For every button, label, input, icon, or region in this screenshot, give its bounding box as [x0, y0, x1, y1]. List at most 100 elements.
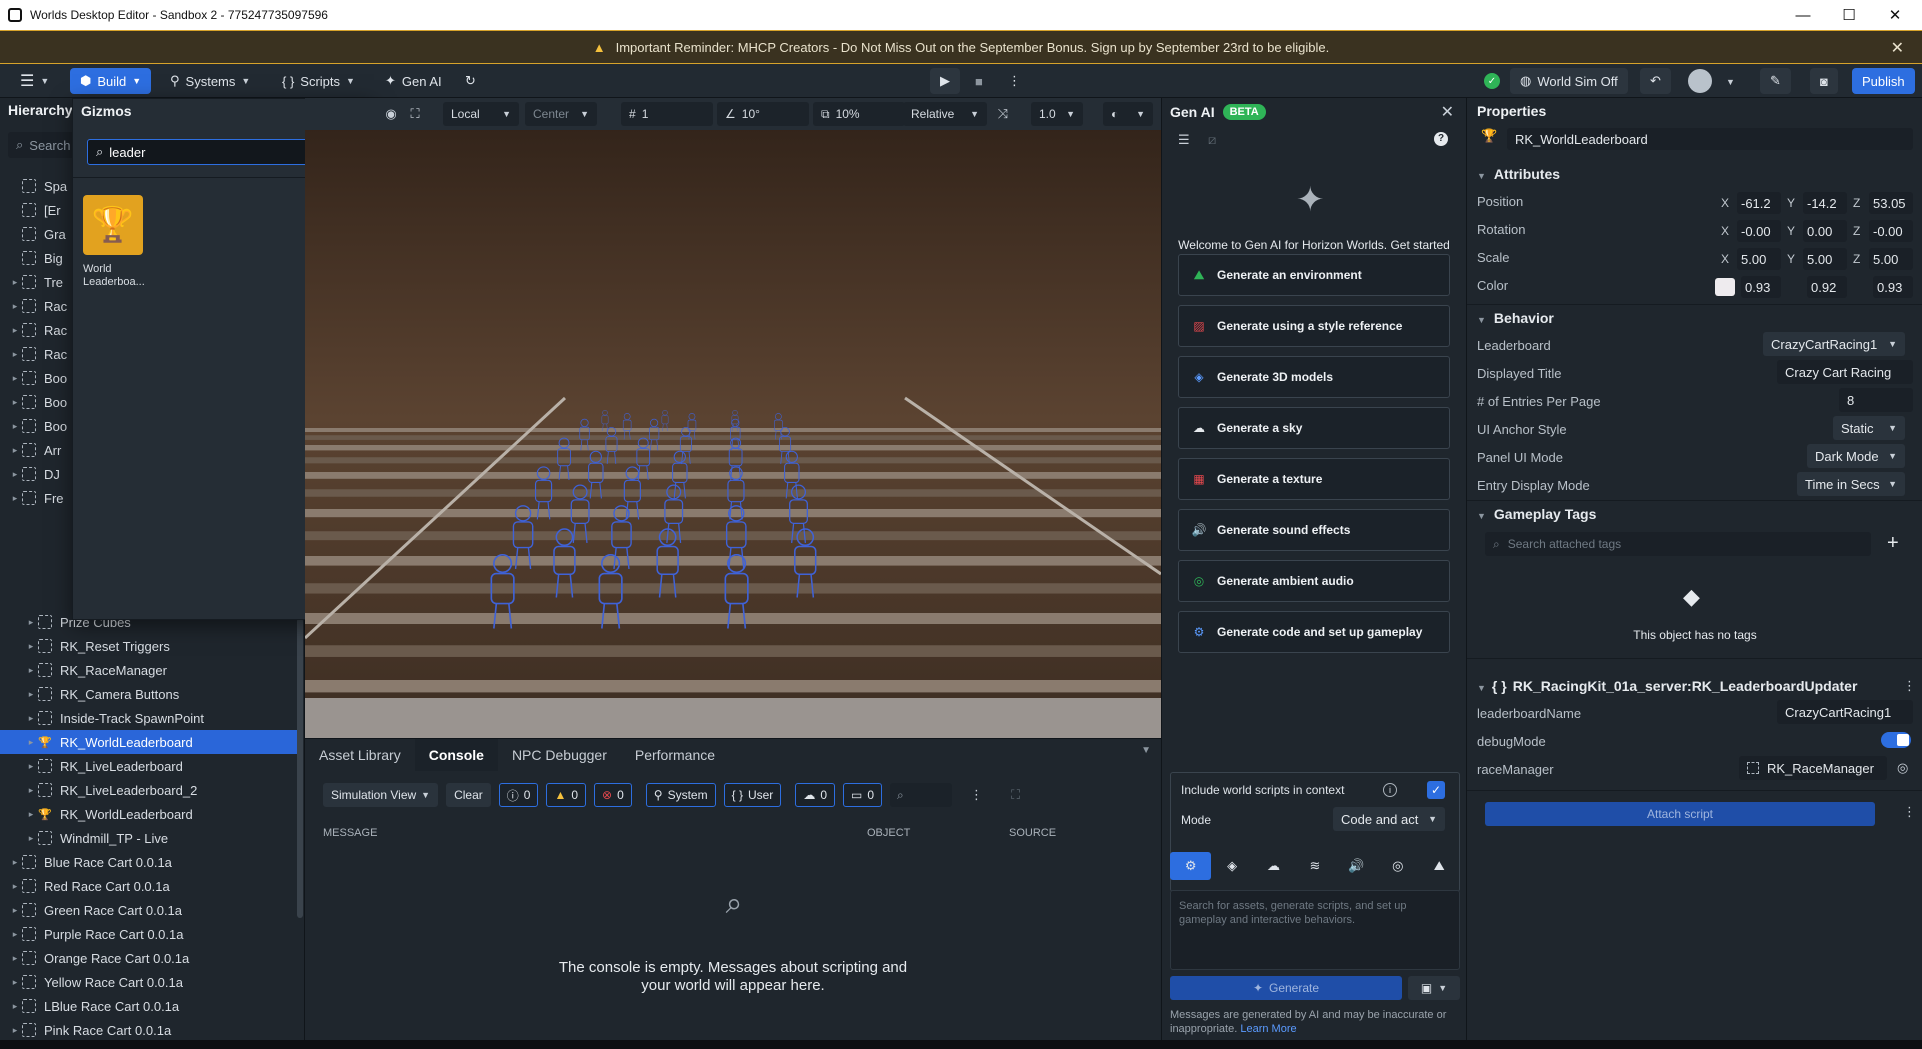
hierarchy-scrollbar[interactable] [297, 618, 303, 918]
error-filter-button[interactable]: ⊗ 0 [594, 783, 632, 807]
chevron-right-icon[interactable]: ▸ [24, 809, 38, 820]
chevron-right-icon[interactable]: ▸ [24, 665, 38, 676]
hierarchy-item[interactable]: ▸ Rac [0, 342, 80, 366]
hierarchy-item[interactable]: ▸ Purple Race Cart 0.0.1a [0, 922, 297, 946]
rotation-z[interactable]: -0.00 [1869, 220, 1913, 242]
genai-option-button[interactable]: ◎ Generate ambient audio [1178, 560, 1450, 602]
learn-more-link[interactable]: Learn More [1240, 1023, 1296, 1035]
chevron-right-icon[interactable]: ▸ [24, 785, 38, 796]
simulation-view-dropdown[interactable]: Simulation View ▼ [323, 783, 439, 807]
system-filter-button[interactable]: ⚲ System [645, 783, 716, 807]
hierarchy-item[interactable]: ▸ LBlue Race Cart 0.0.1a [0, 994, 297, 1018]
tags-search-input[interactable]: ⌕ Search attached tags [1485, 532, 1871, 556]
scale-y[interactable]: 5.00 [1803, 248, 1847, 270]
hierarchy-item[interactable]: ▸ Rac [0, 294, 80, 318]
chevron-right-icon[interactable]: ▸ [8, 905, 22, 916]
tab-npc-debugger[interactable]: NPC Debugger [498, 739, 621, 771]
hierarchy-item[interactable]: ▸ Arr [0, 438, 80, 462]
hierarchy-item[interactable]: ▸ Boo [0, 390, 80, 414]
chevron-right-icon[interactable]: ▸ [24, 641, 38, 652]
scale-snap-input[interactable]: ⧉ 10% [813, 102, 905, 126]
refresh-button[interactable]: ↻ [455, 68, 486, 94]
vr-button[interactable]: ◙ [1810, 68, 1838, 94]
chevron-right-icon[interactable]: ▸ [24, 689, 38, 700]
hierarchy-item[interactable]: ▸ Rac [0, 318, 80, 342]
angle-snap-input[interactable]: ∠ 10° [717, 102, 809, 126]
hierarchy-item[interactable]: ▸ RK_Camera Buttons [0, 682, 297, 706]
systems-button[interactable]: ⚲ Systems ▼ [160, 68, 260, 94]
hierarchy-item[interactable]: ▸ DJ [0, 462, 80, 486]
target-icon[interactable]: ◎ [1897, 760, 1908, 776]
user-filter-button[interactable]: { } User [723, 783, 782, 807]
warning-filter-button[interactable]: ▲ 0 [546, 783, 587, 807]
panel-collapse-icon[interactable]: ▼ [1141, 745, 1151, 756]
genai-tool-sky[interactable]: ☁ [1253, 852, 1294, 880]
speed-dropdown[interactable]: 1.0 ▼ [1031, 102, 1083, 126]
frame-icon[interactable]: ⛶ [405, 104, 425, 124]
console-more-button[interactable]: ⋮ [970, 787, 983, 803]
position-y[interactable]: -14.2 [1803, 192, 1847, 214]
genai-tool-texture[interactable]: ≋ [1294, 852, 1335, 880]
avatar[interactable] [1688, 69, 1712, 93]
chevron-right-icon[interactable]: ▸ [24, 833, 38, 844]
leaderboard-dropdown[interactable]: CrazyCartRacing1 ▼ [1763, 332, 1905, 356]
position-x[interactable]: -61.2 [1737, 192, 1781, 214]
attach-more-button[interactable]: ⋮ [1903, 804, 1916, 820]
rotation-x[interactable]: -0.00 [1737, 220, 1781, 242]
banner-close-button[interactable]: ✕ [1891, 38, 1904, 58]
genai-tool-model[interactable]: ◈ [1211, 852, 1252, 880]
hierarchy-item[interactable]: ▸ 🏆 RK_WorldLeaderboard [0, 802, 297, 826]
script-section[interactable]: ▼ { } RK_RacingKit_01a_server:RK_Leaderboa… [1477, 678, 1857, 694]
chevron-right-icon[interactable]: ▸ [8, 953, 22, 964]
info-icon[interactable]: i [1383, 783, 1397, 797]
genai-option-button[interactable]: ☁ Generate a sky [1178, 407, 1450, 449]
undo-button[interactable]: ↶ [1640, 68, 1671, 94]
attach-script-button[interactable]: Attach script [1485, 802, 1875, 826]
new-chat-icon[interactable]: ⧄ [1208, 132, 1216, 148]
attributes-section[interactable]: ▼ Attributes [1477, 166, 1560, 182]
chevron-right-icon[interactable]: ▸ [24, 713, 38, 724]
hierarchy-item[interactable]: ▸ Pink Race Cart 0.0.1a [0, 1018, 297, 1042]
genai-option-button[interactable]: ⚙ Generate code and set up gameplay [1178, 611, 1450, 653]
expand-icon[interactable]: ⛶ [1011, 787, 1020, 803]
hierarchy-item[interactable]: ▸ Boo [0, 366, 80, 390]
mode-dropdown[interactable]: Code and act ▼ [1333, 807, 1445, 831]
hierarchy-item[interactable]: ▸ Tre [0, 270, 80, 294]
chevron-down-icon[interactable]: ▼ [1726, 77, 1735, 87]
chevron-right-icon[interactable]: ▸ [8, 977, 22, 988]
genai-option-button[interactable]: ▦ Generate a texture [1178, 458, 1450, 500]
anchor-dropdown[interactable]: Static ▼ [1833, 416, 1905, 440]
genai-tool-sound[interactable]: 🔊 [1336, 852, 1377, 880]
clear-button[interactable]: Clear [446, 783, 491, 807]
genai-tool-environment[interactable]: ⛰ [1419, 852, 1460, 880]
scene-viewport[interactable] [305, 98, 1161, 738]
scripts-button[interactable]: { } Scripts ▼ [272, 68, 365, 94]
panel-mode-dropdown[interactable]: Dark Mode ▼ [1807, 444, 1905, 468]
hierarchy-item[interactable]: ▸ Inside-Track SpawnPoint [0, 706, 297, 730]
color-swatch[interactable] [1715, 278, 1735, 296]
chevron-right-icon[interactable]: ▸ [8, 1001, 22, 1012]
color-b[interactable]: 0.93 [1873, 276, 1913, 298]
chevron-right-icon[interactable]: ▸ [24, 617, 38, 628]
chevron-right-icon[interactable]: ▸ [8, 881, 22, 892]
generate-options-button[interactable]: ▣ ▼ [1408, 976, 1460, 1000]
camera-icon[interactable]: ◉ [381, 104, 401, 124]
lb-name-field[interactable]: CrazyCartRacing1 [1777, 700, 1913, 724]
hierarchy-item[interactable]: ▸ Yellow Race Cart 0.0.1a [0, 970, 297, 994]
hierarchy-item[interactable]: ▸ RK_LiveLeaderboard [0, 754, 297, 778]
hierarchy-item[interactable]: ▸ RK_LiveLeaderboard_2 [0, 778, 297, 802]
hierarchy-item[interactable]: ▸ Windmill_TP - Live [0, 826, 297, 850]
genai-tool-ambient[interactable]: ◎ [1377, 852, 1418, 880]
entry-mode-dropdown[interactable]: Time in Secs ▼ [1797, 472, 1905, 496]
genai-close-button[interactable]: ✕ [1441, 102, 1454, 122]
pivot-dropdown[interactable]: Center ▼ [525, 102, 597, 126]
minimize-button[interactable]: — [1780, 0, 1826, 30]
color-g[interactable]: 0.92 [1807, 276, 1847, 298]
position-z[interactable]: 53.05 [1869, 192, 1913, 214]
publish-button[interactable]: Publish [1852, 68, 1915, 94]
grid-snap-input[interactable]: #1 [621, 102, 713, 126]
hierarchy-item[interactable]: ▸ Green Race Cart 0.0.1a [0, 898, 297, 922]
genai-tool-robot[interactable]: ⚙ [1170, 852, 1212, 880]
generate-button[interactable]: ✦ Generate [1170, 976, 1402, 1000]
hierarchy-item[interactable]: Gra [0, 222, 80, 246]
